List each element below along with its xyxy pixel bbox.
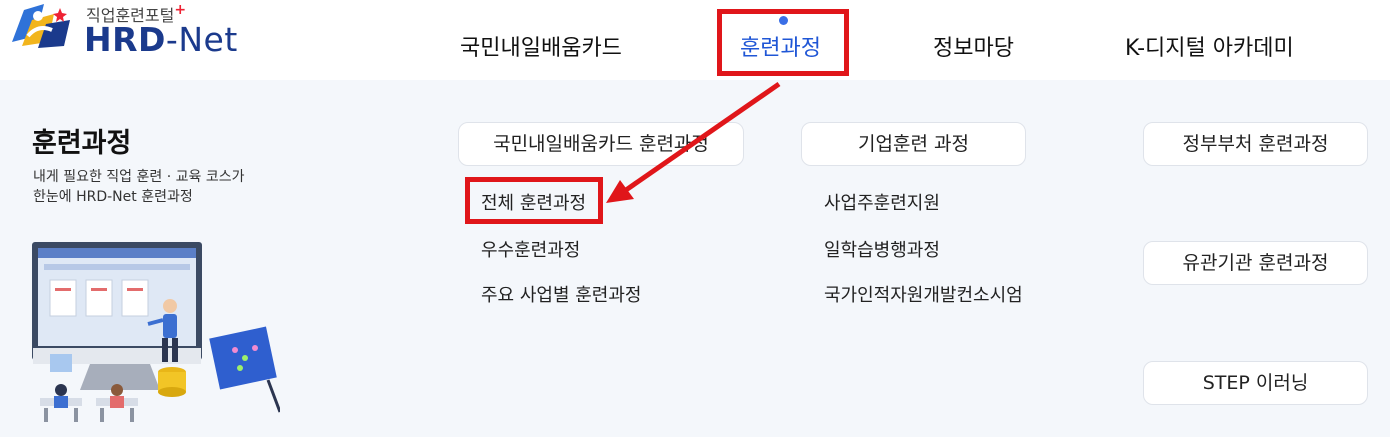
highlight-box-all-courses [465,177,603,224]
section-title: 훈련과정 [32,128,132,159]
section-description: 내게 필요한 직업 훈련 · 교육 코스가 한눈에 HRD-Net 훈련과정 [33,169,245,205]
category-step-elearning[interactable]: STEP 이러닝 [1143,361,1368,405]
category-enterprise-training[interactable]: 기업훈련 과정 [801,122,1026,166]
category-learning-card-courses[interactable]: 국민내일배움카드 훈련과정 [458,122,744,166]
link-employer-training-support[interactable]: 사업주훈련지원 [824,189,940,215]
link-excellent-courses[interactable]: 우수훈련과정 [481,236,580,262]
logo-wordmark: HRD-Net [84,20,238,59]
link-courses-by-program[interactable]: 주요 사업별 훈련과정 [481,281,641,307]
logo-emblem-icon [12,4,70,48]
hrd-net-logo[interactable]: 직업훈련포털+ HRD-Net [8,0,258,62]
nav-item-information[interactable]: 정보마당 [933,30,1014,62]
category-government-ministry-courses[interactable]: 정부부처 훈련과정 [1143,122,1368,166]
category-related-agency-courses[interactable]: 유관기관 훈련과정 [1143,241,1368,285]
nav-item-k-digital-academy[interactable]: K-디지털 아카데미 [1125,30,1294,62]
top-navigation-bar: 직업훈련포털+ HRD-Net 국민내일배움카드 훈련과정 정보마당 K-디지털… [0,0,1390,80]
highlight-box-nav-training [717,9,849,76]
link-work-study-courses[interactable]: 일학습병행과정 [824,236,940,262]
link-national-hrd-consortium[interactable]: 국가인적자원개발컨소시엄 [824,281,1023,307]
classroom-illustration-icon [32,242,280,422]
nav-item-learning-card[interactable]: 국민내일배움카드 [460,30,622,62]
